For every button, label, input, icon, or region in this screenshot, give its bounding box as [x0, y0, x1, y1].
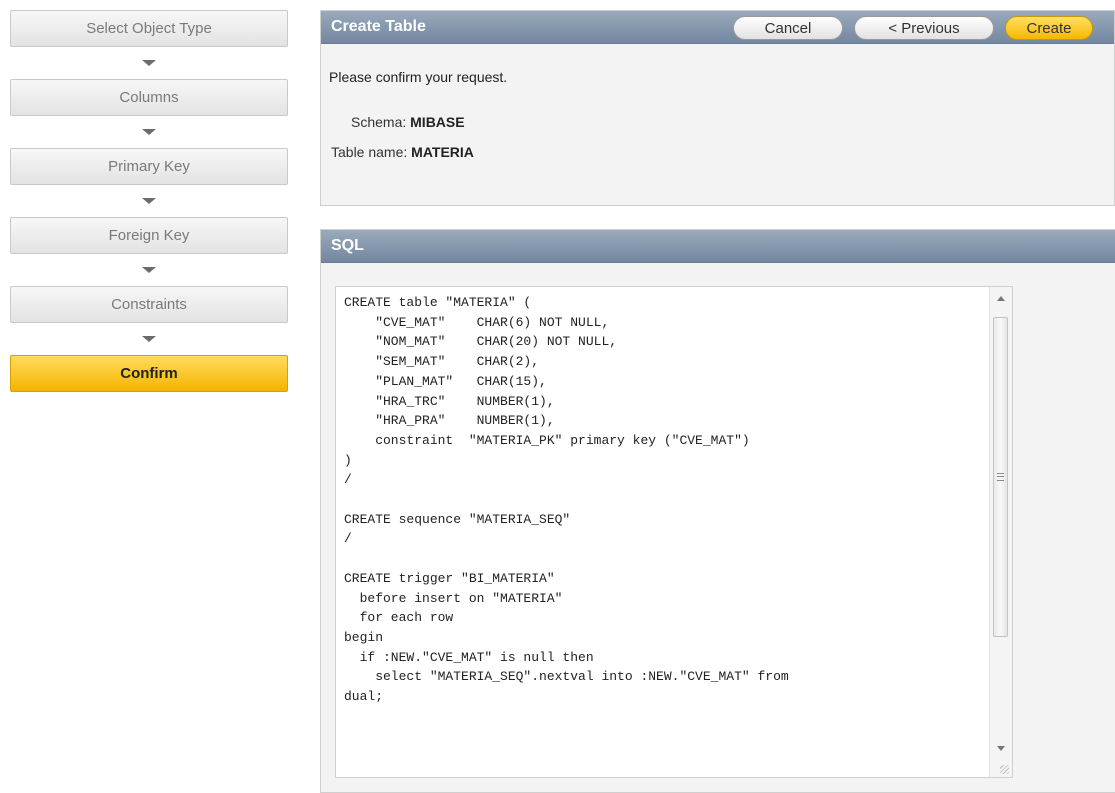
step-constraints[interactable]: Constraints — [10, 286, 288, 323]
create-button[interactable]: Create — [1005, 16, 1093, 40]
step-columns[interactable]: Columns — [10, 79, 288, 116]
scroll-up-icon[interactable] — [990, 289, 1012, 307]
table-name-value: MATERIA — [411, 144, 474, 160]
chevron-down-icon — [10, 323, 288, 355]
step-select-object-type[interactable]: Select Object Type — [10, 10, 288, 47]
previous-button[interactable]: < Previous — [854, 16, 994, 40]
chevron-down-icon — [10, 254, 288, 286]
table-name-label: Table name: — [331, 144, 408, 160]
create-table-header: Create Table — [321, 11, 1114, 44]
create-table-region: Create Table Cancel < Previous Create Pl… — [320, 10, 1115, 206]
sql-header: SQL — [321, 230, 1115, 263]
region-title: SQL — [331, 237, 364, 254]
step-foreign-key[interactable]: Foreign Key — [10, 217, 288, 254]
sql-code: CREATE table "MATERIA" ( "CVE_MAT" CHAR(… — [344, 295, 789, 705]
sql-region: SQL CREATE table "MATERIA" ( "CVE_MAT" C… — [320, 229, 1115, 793]
schema-value: MIBASE — [410, 114, 465, 130]
schema-label: Schema: — [351, 114, 407, 130]
cancel-button[interactable]: Cancel — [733, 16, 843, 40]
table-name-row: Table name: MATERIA — [331, 144, 474, 160]
chevron-down-icon — [10, 116, 288, 148]
wizard-progress: Select Object Type Columns Primary Key F… — [10, 10, 288, 392]
scroll-down-icon[interactable] — [990, 739, 1012, 757]
chevron-down-icon — [10, 47, 288, 79]
confirm-message: Please confirm your request. — [329, 69, 508, 85]
chevron-down-icon — [10, 185, 288, 217]
step-primary-key[interactable]: Primary Key — [10, 148, 288, 185]
schema-row: Schema: MIBASE — [351, 114, 465, 130]
scrollbar-thumb[interactable] — [993, 317, 1008, 637]
resize-grip-icon[interactable] — [1000, 765, 1009, 774]
vertical-scrollbar[interactable] — [989, 287, 1012, 777]
sql-textarea[interactable]: CREATE table "MATERIA" ( "CVE_MAT" CHAR(… — [335, 286, 1013, 778]
region-title: Create Table — [331, 18, 426, 35]
step-confirm[interactable]: Confirm — [10, 355, 288, 392]
